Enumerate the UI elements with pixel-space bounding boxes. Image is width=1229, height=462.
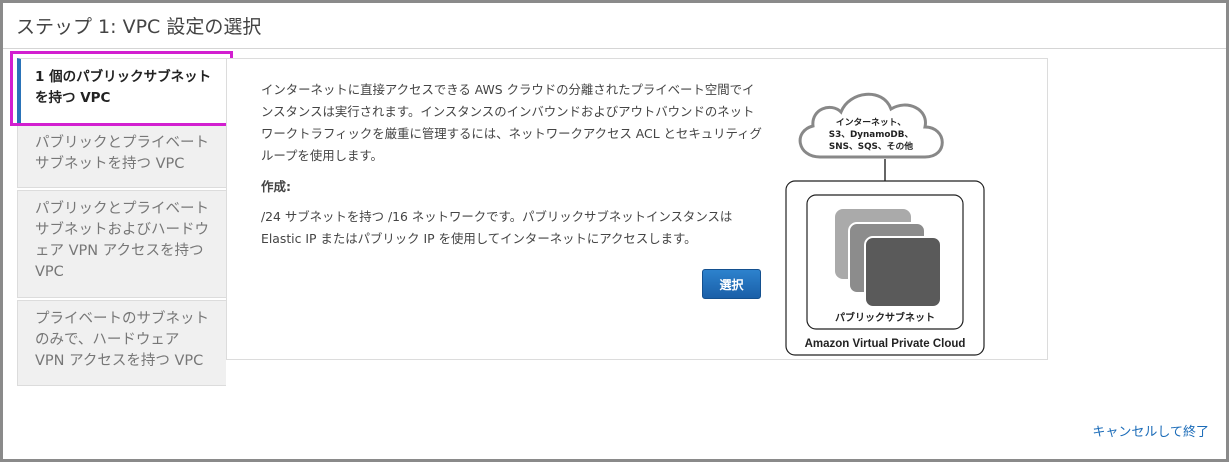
sidebar-item-public-private-vpn[interactable]: パブリックとプライベートサブネットおよびハードウェア VPN アクセスを持つ V… [17, 190, 226, 298]
create-description: /24 サブネットを持つ /16 ネットワークです。パブリックサブネットインスタ… [261, 209, 733, 246]
config-description: インターネットに直接アクセスできる AWS クラウドの分離されたプライベート空間… [261, 82, 762, 163]
sidebar-item-label: プライベートのサブネットのみで、ハードウェア VPN アクセスを持つ VPC [35, 311, 209, 369]
cloud-line-2: S3、DynamoDB、 [829, 130, 914, 140]
wizard-header: ステップ 1: VPC 設定の選択 [3, 3, 1226, 49]
vpc-diagram: インターネット、 S3、DynamoDB、 SNS、SQS、その他 パブリックサ… [785, 92, 985, 356]
subnet-label: パブリックサブネット [835, 311, 935, 324]
selection-highlight [10, 51, 233, 126]
create-label: 作成: [261, 179, 291, 194]
sidebar-item-label: パブリックとプライベートサブネットを持つ VPC [35, 135, 209, 172]
page-title: ステップ 1: VPC 設定の選択 [16, 16, 262, 38]
config-detail-panel: インターネットに直接アクセスできる AWS クラウドの分離されたプライベート空間… [226, 58, 1048, 360]
sidebar-item-private-vpn-only[interactable]: プライベートのサブネットのみで、ハードウェア VPN アクセスを持つ VPC [17, 300, 226, 386]
wizard-window: ステップ 1: VPC 設定の選択 1 個のパブリックサブネットを持つ VPC … [0, 0, 1229, 462]
cloud-line-3: SNS、SQS、その他 [829, 140, 913, 152]
select-button[interactable]: 選択 [702, 269, 761, 299]
vpc-label: Amazon Virtual Private Cloud [805, 338, 966, 350]
cancel-and-exit-link[interactable]: キャンセルして終了 [1092, 421, 1209, 440]
sidebar-item-label: パブリックとプライベートサブネットおよびハードウェア VPN アクセスを持つ V… [35, 201, 209, 280]
cloud-line-1: インターネット、 [836, 116, 906, 128]
sidebar-item-public-private-subnets[interactable]: パブリックとプライベートサブネットを持つ VPC [17, 124, 226, 188]
internet-cloud-icon: インターネット、 S3、DynamoDB、 SNS、SQS、その他 [798, 92, 944, 159]
